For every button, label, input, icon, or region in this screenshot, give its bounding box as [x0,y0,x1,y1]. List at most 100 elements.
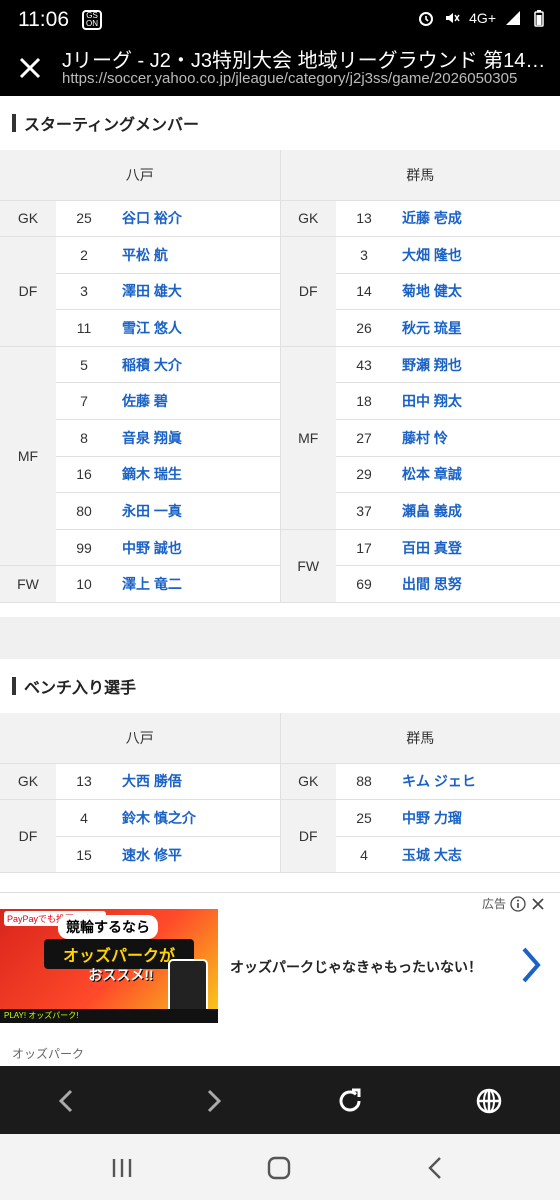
starting-lineup-table: 八戸 群馬 GK 25 谷口 裕介 GK 13 近藤 壱成 DF 2 平松 航 DF 3 大畑 隆也 3… [0,150,560,604]
ad-banner-footer: PLAY! オッズパーク! [0,1009,218,1023]
player-name-link[interactable]: 鏑木 瑞生 [112,456,280,494]
jersey-number: 4 [336,836,392,874]
main-content: スターティングメンバー 八戸 群馬 GK 25 谷口 裕介 GK 13 近藤 壱成 DF 2 平… [0,96,560,892]
player-name-link[interactable]: 永田 一真 [112,492,280,530]
player-name-link[interactable]: キム ジェヒ [392,763,560,801]
player-name-link[interactable]: 近藤 壱成 [392,200,560,238]
jersey-number: 8 [56,419,112,457]
player-name-link[interactable]: 秋元 琉星 [392,309,560,347]
jersey-number: 25 [56,200,112,238]
player-name-link[interactable]: 瀬畠 義成 [392,492,560,530]
back-icon[interactable] [52,1086,82,1116]
mute-icon [446,13,460,23]
player-name-link[interactable]: 澤上 竜二 [112,565,280,604]
player-name-link[interactable]: 中野 力瑠 [392,799,560,837]
notification-icon: GS ON [82,10,102,30]
forward-icon[interactable] [198,1086,228,1116]
status-icons: 4G+ [417,9,548,27]
jersey-number: 26 [336,309,392,347]
close-ad-icon[interactable] [530,896,546,912]
jersey-number: 88 [336,763,392,801]
page-title: Jリーグ - J2・J3特別大会 地域リーグラウンド 第14節 … [62,50,552,72]
jersey-number: 3 [336,236,392,274]
page-url[interactable]: https://soccer.yahoo.co.jp/jleague/categ… [62,70,552,87]
player-name-link[interactable]: 速水 修平 [112,836,280,874]
section-gap [0,617,560,660]
player-name-link[interactable]: 野瀬 翔也 [392,346,560,384]
player-name-link[interactable]: 玉城 大志 [392,836,560,874]
player-name-link[interactable]: 中野 誠也 [112,529,280,567]
battery-icon [534,10,544,27]
status-bar: 11:06 GS ON 4G+ [0,0,560,40]
bench-section-title: ベンチ入り選手 [0,659,560,713]
jersey-number: 4 [56,799,112,837]
section-marker [12,114,16,132]
info-icon[interactable] [510,895,526,912]
player-name-link[interactable]: 大西 勝俉 [112,763,280,801]
jersey-number: 80 [56,492,112,530]
jersey-number: 27 [336,419,392,457]
player-name-link[interactable]: 松本 章誠 [392,456,560,494]
jersey-number: 17 [336,529,392,567]
bench-table: 八戸 群馬 GK 13 大西 勝俉 GK 88 キム ジェヒ DF 4 鈴木 慎之介 DF 25 中野… [0,713,560,874]
browser-header: Jリーグ - J2・J3特別大会 地域リーグラウンド 第14節 … https:… [0,40,560,96]
player-name-link[interactable]: 田中 翔太 [392,382,560,421]
jersey-number: 5 [56,346,112,384]
team-header-row: 八戸 群馬 [0,150,560,201]
home-icon[interactable] [265,1154,293,1182]
jersey-number: 43 [336,346,392,384]
jersey-number: 15 [56,836,112,874]
lineup-row: MF 5 稲積 大介 MF 43 野瀬 翔也 [0,346,560,567]
jersey-number: 37 [336,492,392,530]
chevron-right-icon[interactable] [518,945,544,985]
jersey-number: 29 [336,456,392,494]
ad-image[interactable]: PayPayでも投票できる! 競輪するなら オッズパークが おススメ!! PLA… [0,909,218,1023]
reload-icon[interactable] [335,1086,365,1116]
position-cell: DF [0,236,56,347]
globe-icon[interactable] [474,1086,504,1116]
player-name-link[interactable]: 稲積 大介 [112,346,280,384]
jersey-number: 11 [56,309,112,347]
network-type: 4G+ [469,10,496,26]
player-name-link[interactable]: 鈴木 慎之介 [112,799,280,837]
player-name-link[interactable]: 音泉 翔眞 [112,419,280,457]
player-name-link[interactable]: 澤田 雄大 [112,273,280,311]
ad-text[interactable]: オッズパークじゃなきゃもったいない！ [230,957,500,977]
back-nav-icon[interactable] [422,1154,450,1182]
player-name-link[interactable]: 百田 真登 [392,529,560,567]
player-name-link[interactable]: 佐藤 碧 [112,382,280,421]
starting-section-title: スターティングメンバー [0,96,560,150]
jersey-number: 7 [56,382,112,421]
player-name-link[interactable]: 藤村 怜 [392,419,560,457]
lineup-row: DF 4 鈴木 慎之介 DF 25 中野 力瑠 [0,799,560,874]
jersey-number: 14 [336,273,392,311]
player-name-link[interactable]: 雪江 悠人 [112,309,280,347]
ad-label-text: 広告 [481,897,506,911]
browser-toolbar [0,1066,560,1134]
jersey-number: 16 [56,456,112,494]
player-name-link[interactable]: 出間 思努 [392,565,560,604]
player-name-link[interactable]: 大畑 隆也 [392,236,560,274]
player-name-link[interactable]: 谷口 裕介 [112,200,280,238]
system-nav-bar [0,1134,560,1200]
ad-label[interactable]: 広告 [482,895,546,912]
jersey-number: 13 [56,763,112,801]
lineup-row: 99 中野 誠也 FW 17 百田 真登 [0,529,560,604]
position-cell: GK [279,763,336,801]
player-name-link[interactable]: 菊地 健太 [392,273,560,311]
home-team-name: 八戸 [0,713,280,764]
jersey-number: 25 [336,799,392,837]
position-cell: DF [279,236,336,347]
ad-sponsor: オッズパーク [12,1047,85,1061]
home-team-name: 八戸 [0,150,280,201]
bench-title-text: ベンチ入り選手 [24,680,137,698]
recent-apps-icon[interactable] [108,1154,136,1182]
position-cell: FW [0,565,56,604]
jersey-number: 13 [336,200,392,238]
jersey-number: 3 [56,273,112,311]
close-icon[interactable] [14,52,46,84]
player-name-link[interactable]: 平松 航 [112,236,280,274]
ad-banner[interactable]: 広告 PayPayでも投票できる! 競輪するなら オッズパークが おススメ!! … [0,892,560,1066]
position-cell: MF [0,346,56,567]
jersey-number: 2 [56,236,112,274]
